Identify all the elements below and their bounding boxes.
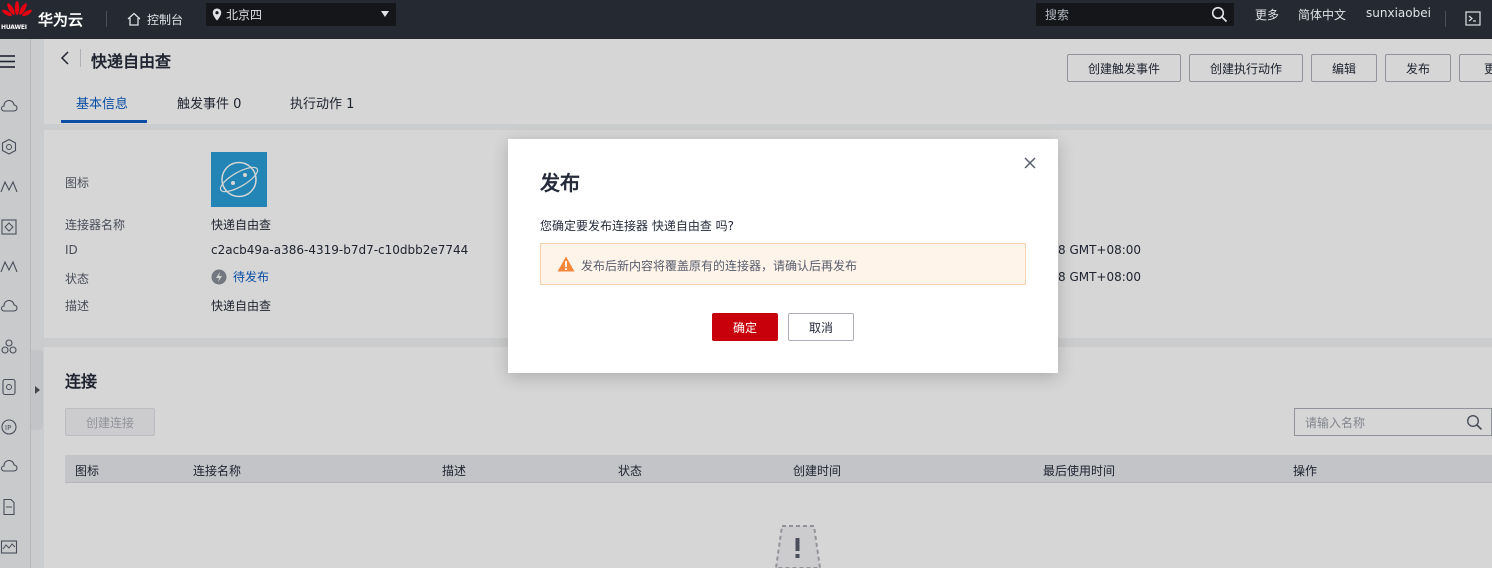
console-label: 控制台 <box>147 12 184 27</box>
confirm-button[interactable]: 确定 <box>712 313 778 341</box>
location-pin-icon <box>212 8 222 21</box>
warning-text: 发布后新内容将覆盖原有的连接器，请确认后再发布 <box>581 259 858 273</box>
publish-confirm-dialog: 发布 您确定要发布连接器 快递自由查 吗? 发布后新内容将覆盖原有的连接器，请确… <box>508 139 1058 373</box>
logo-text: HUAWEI <box>1 24 27 31</box>
search-icon[interactable] <box>1211 6 1228 23</box>
divider <box>1445 11 1446 27</box>
brand-name[interactable]: 华为云 <box>38 9 83 30</box>
more-menu[interactable]: 更多 <box>1255 6 1279 23</box>
dialog-title: 发布 <box>540 171 580 195</box>
huawei-logo-icon <box>2 1 32 17</box>
warning-alert: 发布后新内容将覆盖原有的连接器，请确认后再发布 <box>540 243 1026 285</box>
region-selector[interactable]: 北京四 <box>206 3 396 26</box>
home-icon <box>127 12 141 26</box>
chevron-down-icon <box>381 11 389 17</box>
cancel-button[interactable]: 取消 <box>788 313 854 341</box>
region-label: 北京四 <box>226 8 263 22</box>
top-navigation-bar: HUAWEI 华为云 控制台 北京四 搜索 更多 简体中文 sunxiaobei <box>0 0 1492 39</box>
divider <box>106 11 107 27</box>
search-placeholder: 搜索 <box>1045 8 1070 22</box>
close-icon[interactable] <box>1024 157 1036 169</box>
user-menu[interactable]: sunxiaobei <box>1366 6 1431 20</box>
huawei-logo[interactable]: HUAWEI <box>0 0 34 39</box>
terminal-icon[interactable] <box>1465 11 1481 26</box>
warning-icon <box>557 256 575 272</box>
console-link[interactable]: 控制台 <box>126 8 183 30</box>
global-search-input[interactable]: 搜索 <box>1036 3 1234 26</box>
language-switcher[interactable]: 简体中文 <box>1298 6 1346 23</box>
dialog-message: 您确定要发布连接器 快递自由查 吗? <box>540 219 734 233</box>
